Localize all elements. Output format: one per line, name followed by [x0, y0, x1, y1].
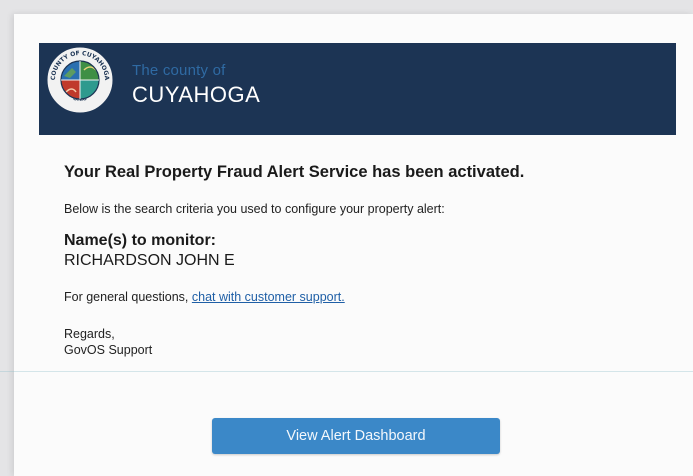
view-alert-dashboard-button[interactable]: View Alert Dashboard — [212, 418, 500, 454]
county-seal-logo: COUNTY OF CUYAHOGA OHIO — [46, 46, 114, 114]
county-name: CUYAHOGA — [132, 82, 261, 107]
regards-text: Regards, — [64, 327, 115, 341]
customer-support-link[interactable]: chat with customer support. — [192, 290, 345, 304]
monitor-label: Name(s) to monitor: — [64, 232, 216, 249]
intro-text: Below is the search criteria you used to… — [64, 202, 445, 216]
page-fold-line — [0, 371, 693, 372]
signature-text: GovOS Support — [64, 343, 153, 357]
county-prefix: The county of — [132, 62, 226, 79]
questions-prefix: For general questions, — [64, 290, 189, 304]
monitor-value: RICHARDSON JOHN E — [64, 252, 235, 269]
email-headline: Your Real Property Fraud Alert Service h… — [64, 163, 525, 181]
questions-line: For general questions, chat with custome… — [64, 290, 345, 304]
